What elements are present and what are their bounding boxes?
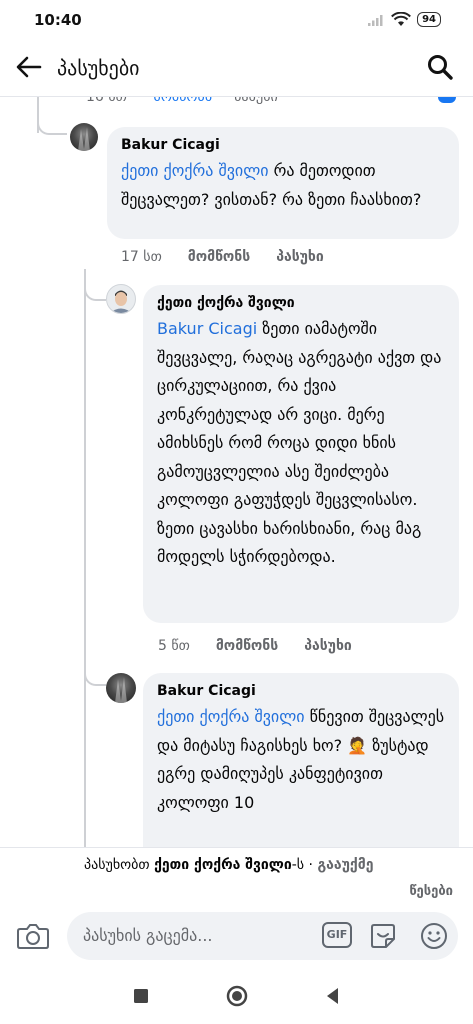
back-button[interactable]: [14, 52, 44, 82]
comment-time: 5 წთ: [158, 638, 190, 654]
thread-line-branch-1: [84, 287, 106, 301]
search-button[interactable]: [425, 52, 455, 82]
avatar[interactable]: [70, 123, 98, 151]
arrow-left-icon: [16, 56, 42, 78]
compose-bar: პასუხობთ ქეთი ქოქრა შვილი-ს · გააუქმე წე…: [0, 847, 473, 967]
reply-input[interactable]: პასუხის გაცემა... GIF: [67, 912, 458, 960]
replying-to-indicator: პასუხობთ ქეთი ქოქრა შვილი-ს · გააუქმე: [84, 857, 374, 873]
clipped-reaction-icon: [438, 97, 456, 103]
clipped-reply[interactable]: პასუხი: [234, 97, 277, 105]
clipped-like[interactable]: მომწონს: [154, 97, 213, 105]
clipped-time: 16 სთ: [86, 97, 127, 105]
reply-button[interactable]: პასუხი: [276, 249, 324, 265]
status-bar: 10:40 94: [0, 0, 473, 40]
thread-line-inner: [84, 269, 86, 847]
like-button[interactable]: მომწონს: [188, 249, 250, 265]
thread-line-outer-curve: [37, 117, 67, 135]
comment-author[interactable]: Bakur Cicagi: [121, 135, 445, 155]
reply-button[interactable]: პასუხი: [304, 638, 352, 654]
smiley-icon: [421, 923, 447, 949]
avatar[interactable]: [106, 673, 136, 703]
emoji-button[interactable]: [419, 921, 449, 951]
sticker-icon: [371, 924, 395, 948]
back-nav-button[interactable]: [321, 984, 345, 1008]
comment-bubble[interactable]: Bakur Cicagi ქეთი ქოქრა შვილი რა მეთოდით…: [107, 127, 459, 239]
clipped-comment-meta: 16 სთ მომწონს პასუხი: [86, 97, 278, 105]
comment-author[interactable]: ქეთი ქოქრა შვილი: [157, 293, 445, 313]
page-title: პასუხები: [57, 56, 140, 80]
comment-text: ქეთი ქოქრა შვილი რა მეთოდით შეცვალეთ? ვი…: [121, 161, 422, 209]
camera-button[interactable]: [16, 921, 50, 951]
triangle-back-icon: [327, 988, 338, 1004]
square-icon: [134, 989, 148, 1003]
comment-meta: 17 სთ მომწონს პასუხი: [121, 249, 324, 265]
sticker-button[interactable]: [368, 921, 398, 951]
reply-input-placeholder: პასუხის გაცემა...: [83, 926, 213, 945]
like-button[interactable]: მომწონს: [216, 638, 278, 654]
home-circle-icon: [226, 985, 248, 1007]
header: პასუხები: [0, 44, 473, 92]
search-icon: [428, 55, 453, 80]
comment-thread: 16 სთ მომწონს პასუხი Bakur Cicagi ქეთი ქ…: [0, 97, 473, 847]
user-avatar-icon: [110, 290, 132, 313]
rules-link[interactable]: წესები: [409, 884, 453, 899]
home-button[interactable]: [225, 984, 249, 1008]
comment-author[interactable]: Bakur Cicagi: [157, 681, 445, 701]
user-avatar-icon: [115, 677, 127, 703]
comment-bubble[interactable]: Bakur Cicagi ქეთი ქოქრა შვილი წნევით შეც…: [143, 673, 459, 847]
recents-button[interactable]: [129, 984, 153, 1008]
gif-button[interactable]: GIF: [322, 922, 352, 948]
comment-mention[interactable]: Bakur Cicagi: [157, 319, 257, 338]
camera-icon: [17, 924, 49, 949]
comment-mention[interactable]: ქეთი ქოქრა შვილი: [121, 161, 269, 180]
status-time: 10:40: [34, 11, 82, 29]
cancel-reply-button[interactable]: გააუქმე: [317, 857, 373, 873]
wifi-icon: [391, 12, 411, 26]
battery-indicator: 94: [417, 12, 441, 27]
comment-text: Bakur Cicagi ზეთი იამატოში შევცვალე, რაღ…: [157, 319, 442, 566]
avatar[interactable]: [106, 284, 136, 314]
comment-meta: 5 წთ მომწონს პასუხი: [158, 638, 352, 654]
system-nav-bar: [0, 967, 473, 1024]
comment-bubble[interactable]: ქეთი ქოქრა შვილი Bakur Cicagi ზეთი იამატ…: [143, 285, 459, 623]
thread-line-branch-2: [84, 672, 106, 686]
replying-to-name: ქეთი ქოქრა შვილი: [154, 857, 292, 873]
signal-icon: [368, 14, 383, 26]
comment-time: 17 სთ: [121, 249, 162, 265]
comment-text: ქეთი ქოქრა შვილი წნევით შეცვალეს და მიტა…: [157, 707, 445, 812]
user-avatar-icon: [78, 127, 90, 151]
status-icons: 94: [367, 12, 441, 27]
comment-mention[interactable]: ქეთი ქოქრა შვილი: [157, 707, 305, 726]
